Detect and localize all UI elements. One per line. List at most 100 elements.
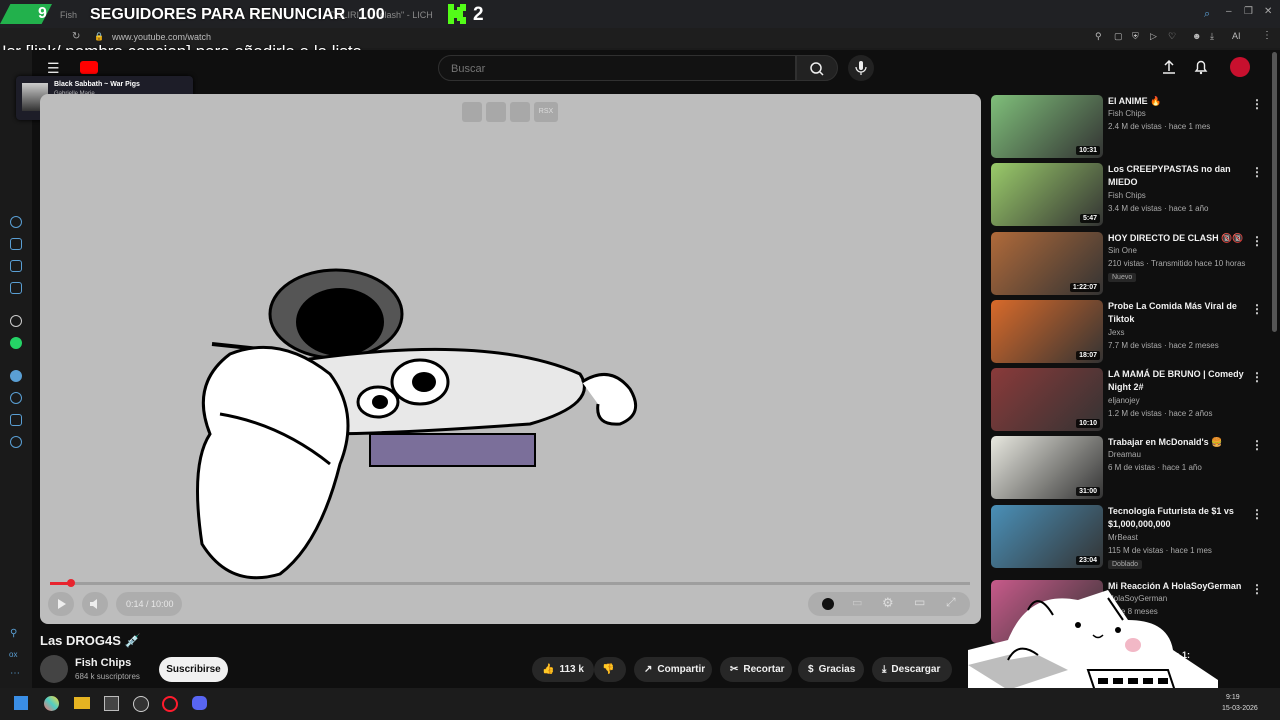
recommendation-item[interactable]: 18:07 Probe La Comida Más Viral de Tiktok…	[991, 300, 1263, 364]
gallery-icon[interactable]	[10, 260, 22, 272]
fullscreen-icon[interactable]: ⤢	[946, 595, 956, 610]
play-button[interactable]	[48, 592, 74, 616]
recommendation-thumbnail[interactable]: 18:07	[991, 300, 1103, 363]
recommendation-channel[interactable]: MrBeast	[1108, 533, 1138, 542]
recommendation-thumbnail[interactable]: 10:31	[991, 95, 1103, 158]
search-input[interactable]	[449, 60, 773, 78]
play-icon[interactable]: ▷	[1150, 31, 1157, 42]
recommendation-item[interactable]: 1:22:07 HOY DIRECTO DE CLASH 🔞🔞 Sin One 210…	[991, 232, 1263, 296]
more-options-icon[interactable]: ⋮	[1251, 438, 1263, 452]
download-button[interactable]: ⤓ Descargar	[872, 657, 952, 682]
recommendation-item[interactable]: 5:47 Los CREEPYPASTAS no dan MIEDO Fish Ch…	[991, 163, 1263, 227]
settings-icon[interactable]	[10, 436, 22, 448]
mail-icon[interactable]	[10, 282, 22, 294]
more-options-icon[interactable]: ⋮	[1251, 582, 1263, 596]
more-options-icon[interactable]: ⋮	[1251, 234, 1263, 248]
whatsapp-icon[interactable]	[10, 337, 22, 349]
search-box[interactable]	[438, 55, 796, 81]
extensions-icon[interactable]	[10, 414, 22, 426]
scrollbar[interactable]	[1272, 52, 1277, 332]
copy-icon[interactable]	[462, 102, 482, 122]
video-player[interactable]: RSX 0:14 / 10:00 ▭ ⚙ ▭ ⤢	[40, 94, 981, 624]
pin-icon[interactable]: ⚲	[1095, 31, 1102, 42]
recommendation-title[interactable]: HOY DIRECTO DE CLASH 🔞🔞	[1108, 232, 1246, 245]
hamburger-menu-icon[interactable]: ☰	[47, 60, 60, 77]
spotify-icon[interactable]	[10, 370, 22, 382]
recommendation-channel[interactable]: Fish Chips	[1108, 109, 1146, 118]
shield-icon[interactable]: ⛨	[1132, 31, 1139, 42]
recommendation-thumbnail[interactable]: 10:10	[991, 368, 1103, 431]
account-avatar[interactable]	[1230, 57, 1250, 77]
minimize-icon[interactable]: –	[1226, 6, 1232, 17]
download-icon[interactable]: ⤓	[1210, 31, 1214, 42]
clip-button[interactable]: ✂ Recortar	[720, 657, 792, 682]
search-button[interactable]	[796, 55, 838, 81]
recommendation-thumbnail[interactable]: 31:00	[991, 436, 1103, 499]
recommendation-title[interactable]: Tecnología Futurista de $1 vs $1,000,000…	[1108, 505, 1246, 531]
recommendation-item[interactable]: 31:00 Trabajar en McDonald's 🍔 Dreamau 6 M …	[991, 436, 1263, 500]
more-options-icon[interactable]: ⋮	[1251, 165, 1263, 179]
recommendation-thumbnail[interactable]: 23:04	[991, 505, 1103, 568]
recommendation-channel[interactable]: eljanojey	[1108, 396, 1140, 405]
copilot-icon[interactable]	[44, 696, 59, 711]
refresh-icon[interactable]	[10, 216, 22, 228]
search-icon[interactable]: ⌕	[1204, 8, 1210, 21]
app-icon[interactable]	[104, 696, 119, 711]
recommendation-item[interactable]: 10:10 LA MAMÁ DE BRUNO | Comedy Night 2# e…	[991, 368, 1263, 432]
progress-bar[interactable]	[50, 582, 970, 585]
opera-icon[interactable]	[162, 696, 178, 712]
close-icon[interactable]: ✕	[1264, 6, 1272, 17]
recommendation-thumbnail[interactable]: 1:22:07	[991, 232, 1103, 295]
channel-avatar[interactable]	[40, 655, 68, 683]
heart-icon[interactable]: ♡	[1168, 31, 1176, 42]
rsx-button[interactable]: RSX	[534, 102, 558, 122]
recommendation-title[interactable]: Los CREEPYPASTAS no dan MIEDO	[1108, 163, 1246, 189]
recommendation-channel[interactable]: Sin One	[1108, 246, 1137, 255]
subtitles-icon[interactable]: ▭	[852, 596, 862, 609]
recommendation-title[interactable]: El ANIME 🔥	[1108, 95, 1246, 108]
bot-icon[interactable]	[10, 238, 22, 250]
more-options-icon[interactable]: ⋮	[1251, 507, 1263, 521]
voice-search-button[interactable]	[848, 55, 874, 81]
recommendation-channel[interactable]: Fish Chips	[1108, 191, 1146, 200]
recommendation-title[interactable]: Trabajar en McDonald's 🍔	[1108, 436, 1246, 449]
thanks-button[interactable]: $ Gracias	[798, 657, 864, 682]
chatgpt-icon[interactable]	[10, 315, 22, 327]
file-explorer-icon[interactable]	[74, 697, 90, 709]
youtube-logo-icon[interactable]	[80, 61, 98, 74]
like-button[interactable]: 👍 113 k	[532, 657, 594, 682]
maximize-icon[interactable]: ❐	[1244, 6, 1253, 17]
menu-icon[interactable]: ⋮	[1262, 30, 1272, 41]
recommendation-title[interactable]: LA MAMÁ DE BRUNO | Comedy Night 2#	[1108, 368, 1246, 394]
autoplay-toggle[interactable]	[822, 598, 834, 610]
more-options-icon[interactable]: ⋮	[1251, 302, 1263, 316]
screenshot-icon[interactable]: ▢	[1114, 31, 1123, 42]
exit-icon[interactable]	[486, 102, 506, 122]
recommendation-channel[interactable]: Dreamau	[1108, 450, 1141, 459]
reload-icon[interactable]: ↻	[72, 31, 80, 42]
tab-label[interactable]: Fish	[60, 10, 77, 20]
channel-name[interactable]: Fish Chips	[75, 657, 131, 669]
more-options-icon[interactable]: ⋮	[1251, 370, 1263, 384]
url-text[interactable]: www.youtube.com/watch	[112, 32, 211, 42]
ox-icon[interactable]: ox	[9, 650, 17, 659]
more-options-icon[interactable]: ⋮	[1251, 97, 1263, 111]
profile-icon[interactable]: ☻	[1192, 31, 1201, 41]
obs-icon[interactable]	[133, 696, 149, 712]
dislike-button[interactable]: 👎	[594, 657, 626, 682]
recommendation-item[interactable]: 10:31 El ANIME 🔥 Fish Chips 2.4 M de vistas…	[991, 95, 1263, 159]
recommendation-channel[interactable]: Jexs	[1108, 328, 1124, 337]
ai-button[interactable]: AI	[1232, 31, 1241, 41]
recommendation-title[interactable]: Probe La Comida Más Viral de Tiktok	[1108, 300, 1246, 326]
discord-icon[interactable]	[192, 696, 207, 710]
upload-icon[interactable]	[1160, 58, 1178, 76]
history-icon[interactable]	[10, 392, 22, 404]
mute-button[interactable]	[82, 592, 108, 616]
notifications-bell-icon[interactable]	[1192, 58, 1210, 76]
share-button[interactable]: ↗ Compartir	[634, 657, 712, 682]
progress-scrubber[interactable]	[67, 579, 76, 587]
subscribe-button[interactable]: Suscribirse	[159, 657, 228, 682]
windows-start-icon[interactable]	[14, 696, 28, 710]
settings-gear-icon[interactable]: ⚙	[882, 595, 894, 611]
recommendation-item[interactable]: 23:04 Tecnología Futurista de $1 vs $1,00…	[991, 505, 1263, 569]
